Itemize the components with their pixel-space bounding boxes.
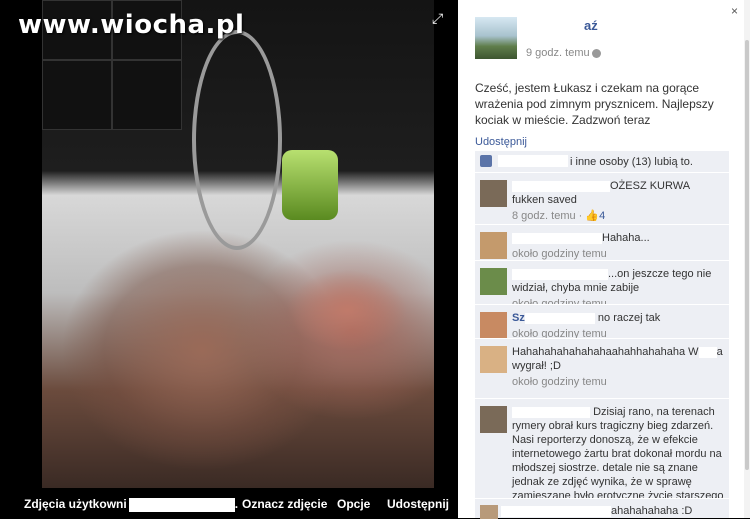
redacted-name [698, 346, 717, 358]
comment: ...on jeszcze tego nie widział, chyba mn… [475, 260, 729, 310]
redacted-name [512, 180, 610, 192]
redacted-name [512, 232, 602, 244]
author-avatar[interactable] [475, 17, 517, 59]
redacted-name [498, 155, 568, 167]
album-label-tail: . [234, 497, 239, 511]
watermark: www.wiocha.pl [18, 10, 245, 40]
album-link[interactable]: Zdjęcia użytkowni. [24, 497, 238, 512]
photo-actions-bar: Zdjęcia użytkowni. Oznacz zdjęcie Opcje … [0, 488, 458, 518]
avatar[interactable] [480, 346, 507, 373]
shower-hose [192, 30, 282, 250]
avatar[interactable] [480, 232, 507, 259]
likes-bar: i inne osoby (13) lubią to. [475, 151, 729, 172]
sponge [282, 150, 338, 220]
tile [112, 60, 182, 130]
comment-text: ahahahahaha :D [611, 505, 693, 517]
comment-text: Hahahahahahahahaahahhahahaha W [512, 346, 699, 358]
options-button[interactable]: Opcje [337, 497, 370, 511]
author-name[interactable]: aź [584, 18, 598, 33]
scrollbar-thumb[interactable] [745, 40, 749, 470]
comment-meta: 8 godz. temu · 👍4 [512, 210, 606, 222]
comment: ahahahahaha :D [475, 498, 729, 519]
thumbs-up-icon [480, 155, 492, 167]
comment-time: 8 godz. temu [512, 210, 576, 222]
side-panel: aź × 9 godz. temu Cześć, jestem Łukasz i… [458, 0, 750, 519]
photo-viewer: www.wiocha.pl ⤢ Zdjęcia użytkowni. Oznac… [0, 0, 458, 518]
comment-text: Hahaha... [602, 232, 650, 244]
comment: OŻESZ KURWA fukken saved 8 godz. temu · … [475, 172, 729, 224]
tile [42, 60, 112, 130]
comment: Dzisiaj rano, na terenach rymery obrał k… [475, 398, 729, 516]
share-button[interactable]: Udostępnij [387, 497, 449, 511]
redacted-name [524, 312, 595, 324]
comment-text: no raczej tak [597, 312, 661, 324]
comment: Sz no raczej tak około godziny temu [475, 304, 729, 340]
avatar[interactable] [480, 312, 507, 339]
comment-text: OŻESZ KURWA [610, 180, 691, 192]
avatar[interactable] [480, 406, 507, 433]
avatar[interactable] [480, 268, 507, 295]
post-time-text: 9 godz. temu [526, 47, 590, 59]
comment: Hahaha... około godziny temu [475, 224, 729, 260]
redacted-name [603, 20, 683, 32]
avatar[interactable] [480, 180, 507, 207]
comment-text: fukken saved [512, 194, 577, 206]
tag-photo-button[interactable]: Oznacz zdjęcie [242, 497, 327, 511]
scrollbar[interactable] [744, 0, 750, 518]
post-time: 9 godz. temu [526, 47, 601, 59]
redacted-name [526, 20, 586, 32]
redacted-name [501, 505, 611, 517]
redacted-name [512, 268, 608, 280]
comment: Hahahahahahahahaahahhahahaha Wa wygrał! … [475, 338, 729, 398]
globe-icon [591, 48, 601, 58]
avatar[interactable] [480, 505, 498, 519]
post-text: Cześć, jestem Łukasz i czekam na gorące … [475, 81, 714, 127]
share-link[interactable]: Udostępnij [475, 136, 527, 148]
comment-time: około godziny temu [512, 248, 607, 260]
fullscreen-icon[interactable]: ⤢ [432, 10, 443, 27]
comment-like-count[interactable]: 👍4 [585, 210, 605, 222]
redacted-name [512, 406, 590, 418]
close-icon[interactable]: × [731, 4, 738, 18]
likes-text[interactable]: i inne osoby (13) lubią to. [570, 156, 693, 168]
album-label: Zdjęcia użytkowni [24, 497, 127, 511]
redacted-name [128, 497, 235, 512]
comment-author[interactable]: Sz [512, 312, 525, 324]
photo[interactable] [42, 0, 434, 488]
comment-like-number: 4 [599, 210, 606, 222]
comment-time: około godziny temu [512, 376, 607, 388]
